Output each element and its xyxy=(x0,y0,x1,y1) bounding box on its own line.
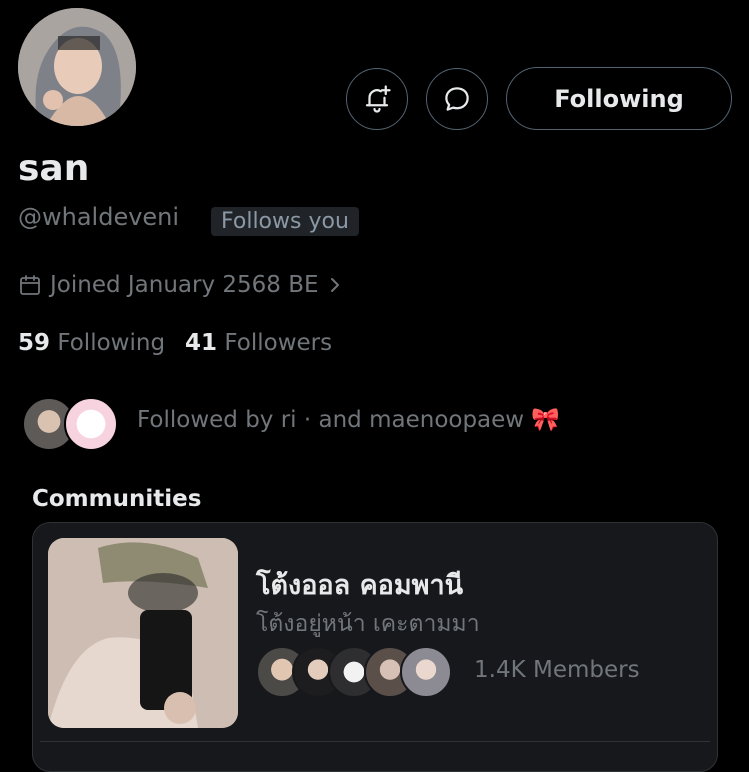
community-members: 1.4K Members xyxy=(474,657,640,683)
member-avatar xyxy=(400,646,452,698)
communities-heading: Communities xyxy=(32,486,202,512)
notify-button[interactable] xyxy=(346,68,408,130)
community-subtitle: โต้งอยู่หน้า เคะตามมา xyxy=(256,611,480,637)
community-thumbnail xyxy=(48,538,238,728)
chevron-right-icon xyxy=(330,278,339,292)
follower-avatar xyxy=(64,397,118,451)
follow-stats: 59 Following 41 Followers xyxy=(18,330,332,356)
avatar-photo xyxy=(18,8,136,126)
message-button[interactable] xyxy=(426,68,488,130)
profile-name: san xyxy=(18,148,90,189)
follows-you-badge: Follows you xyxy=(211,207,359,236)
calendar-icon xyxy=(20,275,40,295)
following-stat[interactable]: 59 Following xyxy=(18,330,165,356)
followers-count: 41 xyxy=(185,330,218,356)
profile-avatar[interactable] xyxy=(18,8,136,126)
card-divider xyxy=(40,741,710,742)
bell-plus-icon xyxy=(365,85,391,113)
community-photo xyxy=(48,538,238,728)
followed-by-text[interactable]: Followed by ri · and maenoopaew 🎀 xyxy=(137,406,560,433)
following-button[interactable]: Following xyxy=(506,67,732,130)
joined-date[interactable]: Joined January 2568 BE xyxy=(18,272,343,298)
message-icon xyxy=(445,87,469,111)
followers-stat[interactable]: 41 Followers xyxy=(185,330,332,356)
joined-label: Joined January 2568 BE xyxy=(50,272,319,298)
profile-handle: @whaldeveni xyxy=(18,203,180,231)
community-name: โต้งออล คอมพานี xyxy=(256,570,464,601)
following-count: 59 xyxy=(18,330,51,356)
followed-by-avatars[interactable] xyxy=(22,397,122,453)
following-stat-label: Following xyxy=(57,330,166,356)
followers-stat-label: Followers xyxy=(224,330,333,356)
